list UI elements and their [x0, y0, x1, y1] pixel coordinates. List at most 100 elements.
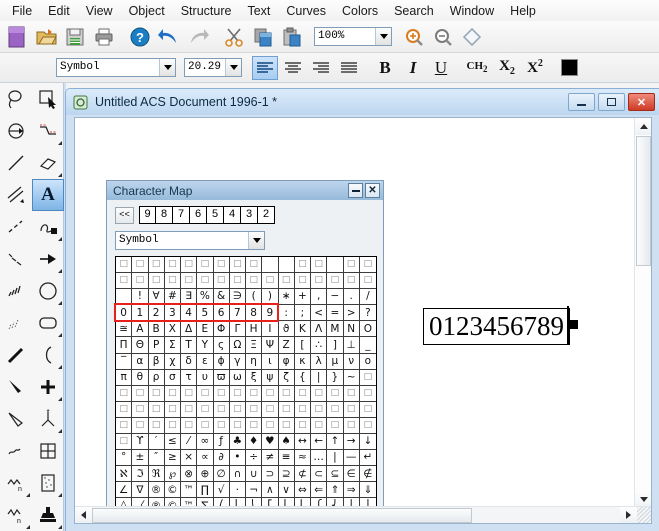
- character-cell[interactable]: Κ: [294, 321, 311, 338]
- character-cell[interactable]: ⊆: [327, 466, 344, 483]
- circle-tool[interactable]: [32, 275, 64, 307]
- vertical-scrollbar[interactable]: [634, 118, 651, 508]
- character-cell[interactable]: υ: [197, 369, 214, 386]
- page-button-9[interactable]: 9: [139, 206, 156, 224]
- character-cell[interactable]: 6: [213, 305, 230, 322]
- character-cell[interactable]: ο: [359, 354, 376, 370]
- character-cell[interactable]: □: [116, 273, 133, 290]
- character-cell[interactable]: Μ: [327, 321, 344, 338]
- character-cell[interactable]: >: [343, 305, 360, 322]
- character-cell[interactable]: #: [164, 289, 181, 306]
- scroll-left-button[interactable]: [75, 507, 92, 523]
- rotate-tool[interactable]: [0, 115, 32, 147]
- text-color-button[interactable]: [556, 56, 582, 80]
- menu-item-object[interactable]: Object: [121, 2, 173, 20]
- character-cell[interactable]: ): [262, 289, 279, 306]
- arrow-tool[interactable]: [32, 243, 64, 275]
- character-cell[interactable]: □: [132, 385, 149, 402]
- character-cell[interactable]: □: [197, 273, 214, 290]
- character-cell[interactable]: ;: [294, 305, 311, 322]
- previous-page-button[interactable]: <<: [115, 206, 134, 224]
- character-cell[interactable]: τ: [181, 369, 198, 386]
- character-cell[interactable]: ∂: [213, 450, 230, 467]
- character-map-minimize-button[interactable]: [348, 183, 363, 198]
- stamp-tool[interactable]: [32, 499, 64, 531]
- character-cell[interactable]: □: [181, 273, 198, 290]
- hashed-bond-tool[interactable]: [0, 275, 32, 307]
- scroll-right-button[interactable]: [620, 507, 637, 523]
- underline-button[interactable]: U: [428, 56, 454, 80]
- character-cell[interactable]: .: [343, 289, 360, 306]
- character-cell[interactable]: □: [197, 417, 214, 435]
- character-cell[interactable]: □: [132, 401, 149, 418]
- character-cell[interactable]: ∩: [229, 466, 246, 483]
- redo-button[interactable]: [184, 23, 212, 51]
- character-cell[interactable]: □: [132, 257, 149, 274]
- character-cell[interactable]: −: [327, 289, 344, 306]
- character-cell[interactable]: ∴: [311, 337, 328, 354]
- character-cell[interactable]: □: [213, 273, 230, 290]
- character-cell[interactable]: Η: [246, 321, 263, 338]
- character-cell[interactable]: ′: [148, 434, 165, 451]
- character-cell[interactable]: □: [327, 417, 344, 435]
- character-cell[interactable]: □: [164, 257, 181, 274]
- tool-submenu-indicator[interactable]: [26, 493, 30, 497]
- character-cell[interactable]: □: [116, 417, 133, 435]
- character-cell[interactable]: Ω: [229, 337, 246, 354]
- character-cell[interactable]: □: [311, 385, 328, 402]
- polyline-tool[interactable]: n: [0, 499, 32, 531]
- character-cell[interactable]: ♦: [246, 434, 263, 451]
- character-cell[interactable]: ♣: [229, 434, 246, 451]
- paste-button[interactable]: [278, 23, 306, 51]
- character-cell[interactable]: ξ: [246, 369, 263, 386]
- character-cell[interactable]: □: [213, 417, 230, 435]
- character-cell[interactable]: □: [164, 385, 181, 402]
- character-cell[interactable]: ∪: [246, 466, 263, 483]
- character-cell[interactable]: ν: [343, 353, 360, 370]
- tool-submenu-indicator[interactable]: [58, 525, 62, 529]
- character-cell[interactable]: □: [278, 417, 295, 435]
- character-cell[interactable]: □: [164, 401, 181, 418]
- character-cell[interactable]: ~: [343, 369, 360, 386]
- character-cell[interactable]: κ: [294, 353, 311, 370]
- menu-item-colors[interactable]: Colors: [334, 2, 386, 20]
- character-cell[interactable]: Ξ: [246, 337, 263, 354]
- character-cell[interactable]: ∉: [359, 466, 376, 483]
- character-cell[interactable]: ™: [181, 482, 198, 499]
- character-cell[interactable]: Φ: [213, 321, 230, 338]
- character-cell[interactable]: ∈: [343, 466, 360, 483]
- character-cell[interactable]: Λ: [311, 321, 328, 338]
- character-cell[interactable]: Ο: [359, 321, 376, 338]
- character-cell[interactable]: ∋: [229, 289, 246, 306]
- tool-submenu-indicator[interactable]: [58, 301, 62, 305]
- character-cell[interactable]: Υ: [197, 337, 214, 354]
- tool-submenu-indicator[interactable]: [58, 141, 62, 145]
- tool-submenu-indicator[interactable]: [58, 173, 62, 177]
- character-cell[interactable]: Τ: [181, 337, 198, 354]
- character-cell[interactable]: ζ: [278, 369, 295, 386]
- character-cell[interactable]: →: [343, 434, 360, 451]
- character-cell[interactable]: {: [294, 369, 311, 386]
- character-cell[interactable]: □: [213, 257, 230, 274]
- character-cell[interactable]: ∨: [278, 482, 295, 499]
- character-cell[interactable]: ∇: [132, 482, 149, 499]
- zoom-dropdown-arrow[interactable]: [375, 28, 391, 45]
- character-cell[interactable]: □: [359, 386, 376, 402]
- page-button-6[interactable]: 6: [190, 206, 207, 224]
- save-button[interactable]: [61, 23, 89, 51]
- character-cell[interactable]: ⇔: [294, 482, 311, 499]
- character-cell[interactable]: □: [164, 417, 181, 435]
- character-cell[interactable]: ⊇: [278, 466, 295, 483]
- character-cell[interactable]: ←: [311, 434, 328, 451]
- character-cell[interactable]: ƒ: [213, 434, 230, 451]
- character-cell[interactable]: …: [311, 450, 328, 467]
- tool-submenu-indicator[interactable]: [58, 365, 62, 369]
- character-cell[interactable]: Ι: [262, 321, 279, 338]
- character-cell[interactable]: μ: [327, 353, 344, 370]
- character-cell[interactable]: η: [246, 353, 263, 370]
- tool-submenu-indicator[interactable]: [58, 429, 62, 433]
- undo-button[interactable]: [155, 23, 183, 51]
- character-grid[interactable]: □ □ □ □ □ □ □ □ □ □ □ □ □ □ □ □ □ □ □ □ □ □ □ □ □ □ □ □ □! ∀ # ∃% & ∋() ∗ +…: [115, 256, 377, 523]
- character-cell[interactable]: ε: [197, 353, 214, 370]
- zoom-combo[interactable]: 100%: [314, 27, 392, 46]
